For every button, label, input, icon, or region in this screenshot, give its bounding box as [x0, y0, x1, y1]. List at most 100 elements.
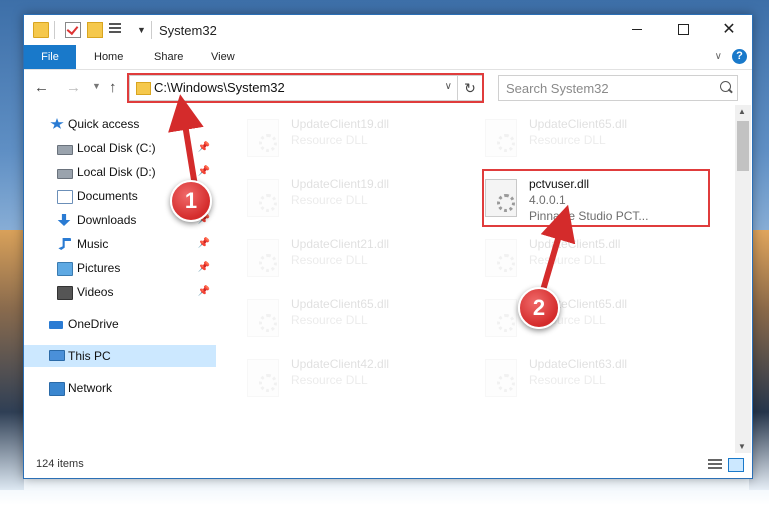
search-icon[interactable] — [720, 81, 731, 92]
vertical-scrollbar[interactable]: ▲ ▼ — [735, 105, 751, 453]
file-item[interactable]: UpdateClient42.dll Resource DLL — [239, 353, 459, 403]
file-name: UpdateClient65.dll — [291, 297, 390, 311]
dll-file-icon — [247, 239, 279, 277]
documents-icon — [57, 190, 73, 204]
disk-icon — [57, 169, 73, 179]
title-bar: ▼ System32 ✕ — [24, 15, 752, 45]
file-item[interactable]: UpdateClient65.dll Resource DLL — [477, 293, 697, 343]
file-description: Resource DLL — [291, 133, 368, 147]
sidebar-item-quick-access[interactable]: Quick access — [24, 113, 216, 135]
details-view-icon[interactable] — [708, 459, 722, 470]
folder-icon — [33, 22, 49, 38]
videos-icon — [57, 286, 73, 300]
expand-ribbon-chevron-icon[interactable]: ∨ — [715, 51, 722, 62]
tab-view[interactable]: View — [211, 45, 235, 69]
file-description: Resource DLL — [291, 193, 368, 207]
pictures-icon — [57, 262, 73, 276]
download-icon — [57, 214, 71, 226]
scroll-thumb[interactable] — [737, 121, 749, 171]
file-item[interactable]: UpdateClient19.dll Resource DLL — [239, 173, 459, 223]
navigation-bar: ← → ▼ ↑ C:\Windows\System32 ∨ ↻ — [24, 70, 752, 104]
sidebar-item-videos[interactable]: Videos 📌 — [24, 281, 216, 303]
close-button[interactable]: ✕ — [706, 15, 752, 45]
sidebar-item-label: Local Disk (C:) — [77, 141, 156, 155]
file-description: Resource DLL — [529, 373, 606, 387]
file-description: Resource DLL — [291, 373, 368, 387]
file-name: UpdateClient19.dll — [291, 177, 390, 191]
pin-icon[interactable]: 📌 — [198, 281, 210, 303]
music-icon — [58, 238, 71, 250]
pin-icon[interactable]: 📌 — [198, 137, 210, 159]
sidebar-item-label: Music — [77, 237, 109, 251]
view-options-icon[interactable] — [109, 22, 127, 36]
file-name: UpdateClient21.dll — [291, 237, 390, 251]
network-icon — [49, 382, 65, 396]
help-button[interactable]: ? — [732, 49, 747, 64]
status-bar: 124 items — [24, 453, 752, 477]
file-item[interactable]: UpdateClient65.dll Resource DLL — [239, 293, 459, 343]
minimize-button[interactable] — [614, 15, 660, 45]
sidebar-item-label: Network — [68, 381, 113, 395]
sidebar-item-label: Documents — [77, 189, 138, 203]
divider — [151, 21, 152, 39]
up-arrow-icon[interactable]: ↑ — [109, 79, 117, 96]
back-arrow-icon[interactable]: ← — [34, 79, 49, 96]
file-item[interactable]: UpdateClient63.dll Resource DLL — [477, 353, 697, 403]
tiles-view-icon[interactable] — [728, 458, 744, 472]
sidebar-item-label: Pictures — [77, 261, 121, 275]
file-name: UpdateClient65.dll — [529, 117, 628, 131]
recent-locations-chevron-icon[interactable]: ▼ — [92, 81, 101, 91]
file-item[interactable]: UpdateClient5.dll Resource DLL — [477, 233, 697, 283]
dll-file-icon — [247, 119, 279, 157]
file-name: UpdateClient19.dll — [291, 117, 390, 131]
file-name: UpdateClient5.dll — [529, 237, 621, 251]
dll-file-icon — [247, 359, 279, 397]
window-title: System32 — [159, 23, 217, 38]
scroll-up-icon[interactable]: ▲ — [738, 107, 746, 116]
sidebar-item-label: Videos — [77, 285, 114, 299]
divider — [54, 21, 55, 39]
dll-file-icon — [485, 299, 517, 337]
tab-file[interactable]: File — [24, 45, 76, 69]
sidebar-item-label: Quick access — [68, 117, 140, 131]
forward-arrow-icon[interactable]: → — [66, 79, 81, 96]
sidebar-item-label: Downloads — [77, 213, 137, 227]
tab-home[interactable]: Home — [94, 45, 123, 69]
search-box[interactable] — [498, 75, 738, 101]
search-input[interactable] — [499, 76, 718, 100]
ribbon: File Home Share View ∨ ? — [24, 45, 752, 70]
file-item[interactable]: UpdateClient19.dll Resource DLL — [239, 113, 459, 163]
sidebar-item-label: Local Disk (D:) — [77, 165, 156, 179]
dll-file-icon — [247, 179, 279, 217]
sidebar-item-this-pc[interactable]: This PC — [24, 345, 216, 367]
file-description: Resource DLL — [529, 253, 606, 267]
dll-file-icon — [485, 119, 517, 157]
sidebar-item-label: This PC — [68, 349, 111, 363]
file-description: Resource DLL — [529, 133, 606, 147]
sidebar-item-local-disk-c[interactable]: Local Disk (C:) 📌 — [24, 137, 216, 159]
tab-share[interactable]: Share — [154, 45, 183, 69]
file-highlight-box — [482, 169, 710, 227]
properties-icon[interactable] — [65, 22, 81, 38]
step-two-badge: 2 — [518, 287, 560, 329]
file-description: Resource DLL — [291, 253, 368, 267]
file-item[interactable]: UpdateClient65.dll Resource DLL — [477, 113, 697, 163]
sidebar-item-network[interactable]: Network — [24, 377, 216, 399]
disk-icon — [57, 145, 73, 155]
pin-icon[interactable]: 📌 — [198, 233, 210, 255]
maximize-button[interactable] — [660, 15, 706, 45]
address-highlight-box — [127, 73, 484, 103]
scroll-down-icon[interactable]: ▼ — [738, 442, 746, 451]
sidebar-item-pictures[interactable]: Pictures 📌 — [24, 257, 216, 279]
file-list: UpdateClient19.dll Resource DLL UpdateCl… — [217, 105, 735, 453]
step-one-badge: 1 — [170, 180, 212, 222]
file-explorer-window: ▼ System32 ✕ File Home Share View ∨ ? ← … — [23, 14, 753, 479]
pin-icon[interactable]: 📌 — [198, 161, 210, 183]
new-folder-icon[interactable] — [87, 22, 103, 38]
file-item[interactable]: UpdateClient21.dll Resource DLL — [239, 233, 459, 283]
sidebar-item-music[interactable]: Music 📌 — [24, 233, 216, 255]
star-icon — [50, 118, 64, 129]
quick-access-toolbar-dropdown-icon[interactable]: ▼ — [137, 25, 146, 35]
pin-icon[interactable]: 📌 — [198, 257, 210, 279]
sidebar-item-onedrive[interactable]: OneDrive — [24, 313, 216, 335]
